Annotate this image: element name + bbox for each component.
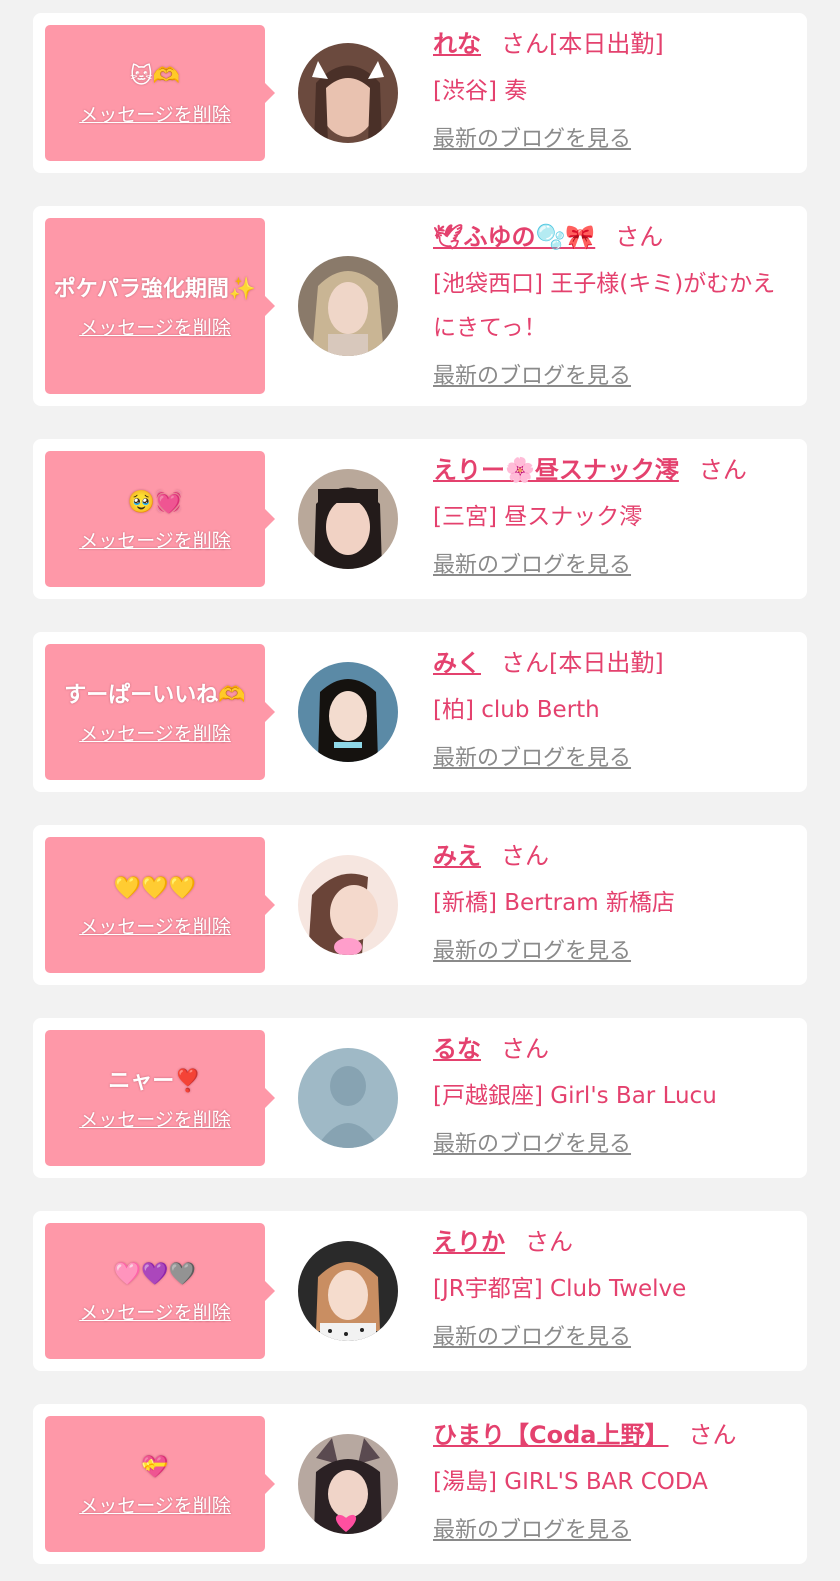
list-item: すーぱーいいね🫶 メッセージを削除 みく さん[本日出勤] [柏] club Be… xyxy=(33,632,807,792)
shop-label: [柏] club Berth xyxy=(433,697,600,723)
shop-label: [三宮] 昼スナック澪 xyxy=(433,504,643,530)
latest-blog-link[interactable]: 最新のブログを見る xyxy=(433,1126,631,1158)
message-text: ニャー❣️ xyxy=(108,1068,202,1094)
delete-message-link[interactable]: メッセージを削除 xyxy=(79,912,231,939)
name-suffix: さん xyxy=(501,842,549,870)
message-text: 💝 xyxy=(141,1454,169,1480)
message-text: 🥹💓 xyxy=(127,489,183,515)
delete-message-link[interactable]: メッセージを削除 xyxy=(79,1298,231,1325)
name-suffix: さん[本日出勤] xyxy=(501,649,664,677)
cast-name-link[interactable]: 🕊ふゆの🫧🎀 xyxy=(433,223,595,251)
avatar[interactable] xyxy=(298,855,398,955)
name-suffix: さん xyxy=(615,223,664,251)
cast-name-link[interactable]: るな xyxy=(433,1035,481,1063)
avatar[interactable] xyxy=(298,662,398,762)
message-bubble: すーぱーいいね🫶 メッセージを削除 xyxy=(45,644,275,780)
delete-message-link[interactable]: メッセージを削除 xyxy=(79,719,231,746)
message-bubble: ニャー❣️ メッセージを削除 xyxy=(45,1030,275,1166)
list-item: 🩷💜🩶 メッセージを削除 えりか さん [JR宇都宮] Club Twelve 最… xyxy=(33,1211,807,1371)
message-bubble: ポケパラ強化期間✨ メッセージを削除 xyxy=(45,218,275,394)
latest-blog-link[interactable]: 最新のブログを見る xyxy=(433,121,631,153)
cast-name-link[interactable]: えりー🌸昼スナック澪 xyxy=(433,456,679,484)
list-item: ニャー❣️ メッセージを削除 るな さん [戸越銀座] Girl's Bar Lu… xyxy=(33,1018,807,1178)
avatar[interactable] xyxy=(298,469,398,569)
list-item: 💛💛💛 メッセージを削除 みえ さん [新橋] Bertram 新橋店 最新のブロ… xyxy=(33,825,807,985)
cast-name-link[interactable]: ひまり【Coda上野】 xyxy=(433,1421,668,1449)
avatar[interactable] xyxy=(298,256,398,356)
delete-message-link[interactable]: メッセージを削除 xyxy=(79,1105,231,1132)
shop-label: [池袋西口] 王子様(キミ)がむかえにきてっ！ xyxy=(433,271,776,341)
avatar[interactable] xyxy=(298,1241,398,1341)
list-item: 🐱🫶 メッセージを削除 れな さん[本日出勤] [渋谷] 奏 最新のブログを見る xyxy=(33,13,807,173)
name-suffix: さん[本日出勤] xyxy=(501,30,664,58)
list-item: 🥹💓 メッセージを削除 えりー🌸昼スナック澪 さん [三宮] 昼スナック澪 最新の… xyxy=(33,439,807,599)
no-photo-avatar[interactable] xyxy=(298,1048,398,1148)
shop-label: [JR宇都宮] Club Twelve xyxy=(433,1276,687,1302)
cast-name-link[interactable]: みく xyxy=(433,649,481,677)
cast-name-link[interactable]: みえ xyxy=(433,842,481,870)
message-text: 🩷💜🩶 xyxy=(113,1261,197,1287)
latest-blog-link[interactable]: 最新のブログを見る xyxy=(433,1512,631,1544)
delete-message-link[interactable]: メッセージを削除 xyxy=(79,526,231,553)
message-text: 🐱🫶 xyxy=(129,63,181,89)
message-list: 🐱🫶 メッセージを削除 れな さん[本日出勤] [渋谷] 奏 最新のブログを見る … xyxy=(0,0,840,1581)
list-item: ポケパラ強化期間✨ メッセージを削除 🕊ふゆの🫧🎀 さん [池袋西口] 王子様(キ… xyxy=(33,206,807,406)
message-text: 💛💛💛 xyxy=(113,875,197,901)
shop-label: [戸越銀座] Girl's Bar Lucu xyxy=(433,1083,717,1109)
cast-name-link[interactable]: れな xyxy=(433,30,481,58)
message-bubble: 💛💛💛 メッセージを削除 xyxy=(45,837,275,973)
avatar[interactable] xyxy=(298,1434,398,1534)
name-suffix: さん xyxy=(698,456,747,484)
latest-blog-link[interactable]: 最新のブログを見る xyxy=(433,933,631,965)
shop-label: [新橋] Bertram 新橋店 xyxy=(433,890,675,916)
delete-message-link[interactable]: メッセージを削除 xyxy=(79,313,231,340)
latest-blog-link[interactable]: 最新のブログを見る xyxy=(433,547,631,579)
list-item: 💝 メッセージを削除 ひまり【Coda上野】 さん [湯島] GIRL'S BAR… xyxy=(33,1404,807,1564)
message-text: すーぱーいいね🫶 xyxy=(64,682,246,708)
latest-blog-link[interactable]: 最新のブログを見る xyxy=(433,358,631,390)
shop-label: [渋谷] 奏 xyxy=(433,78,528,104)
message-bubble: 🩷💜🩶 メッセージを削除 xyxy=(45,1223,275,1359)
delete-message-link[interactable]: メッセージを削除 xyxy=(79,100,231,127)
message-bubble: 🐱🫶 メッセージを削除 xyxy=(45,25,275,161)
message-bubble: 🥹💓 メッセージを削除 xyxy=(45,451,275,587)
name-suffix: さん xyxy=(688,1421,737,1449)
message-bubble: 💝 メッセージを削除 xyxy=(45,1416,275,1552)
latest-blog-link[interactable]: 最新のブログを見る xyxy=(433,740,631,772)
avatar[interactable] xyxy=(298,43,398,143)
name-suffix: さん xyxy=(501,1035,549,1063)
message-text: ポケパラ強化期間✨ xyxy=(53,276,257,302)
cast-name-link[interactable]: えりか xyxy=(433,1228,505,1256)
name-suffix: さん xyxy=(525,1228,573,1256)
delete-message-link[interactable]: メッセージを削除 xyxy=(79,1491,231,1518)
shop-label: [湯島] GIRL'S BAR CODA xyxy=(433,1469,708,1495)
latest-blog-link[interactable]: 最新のブログを見る xyxy=(433,1319,631,1351)
